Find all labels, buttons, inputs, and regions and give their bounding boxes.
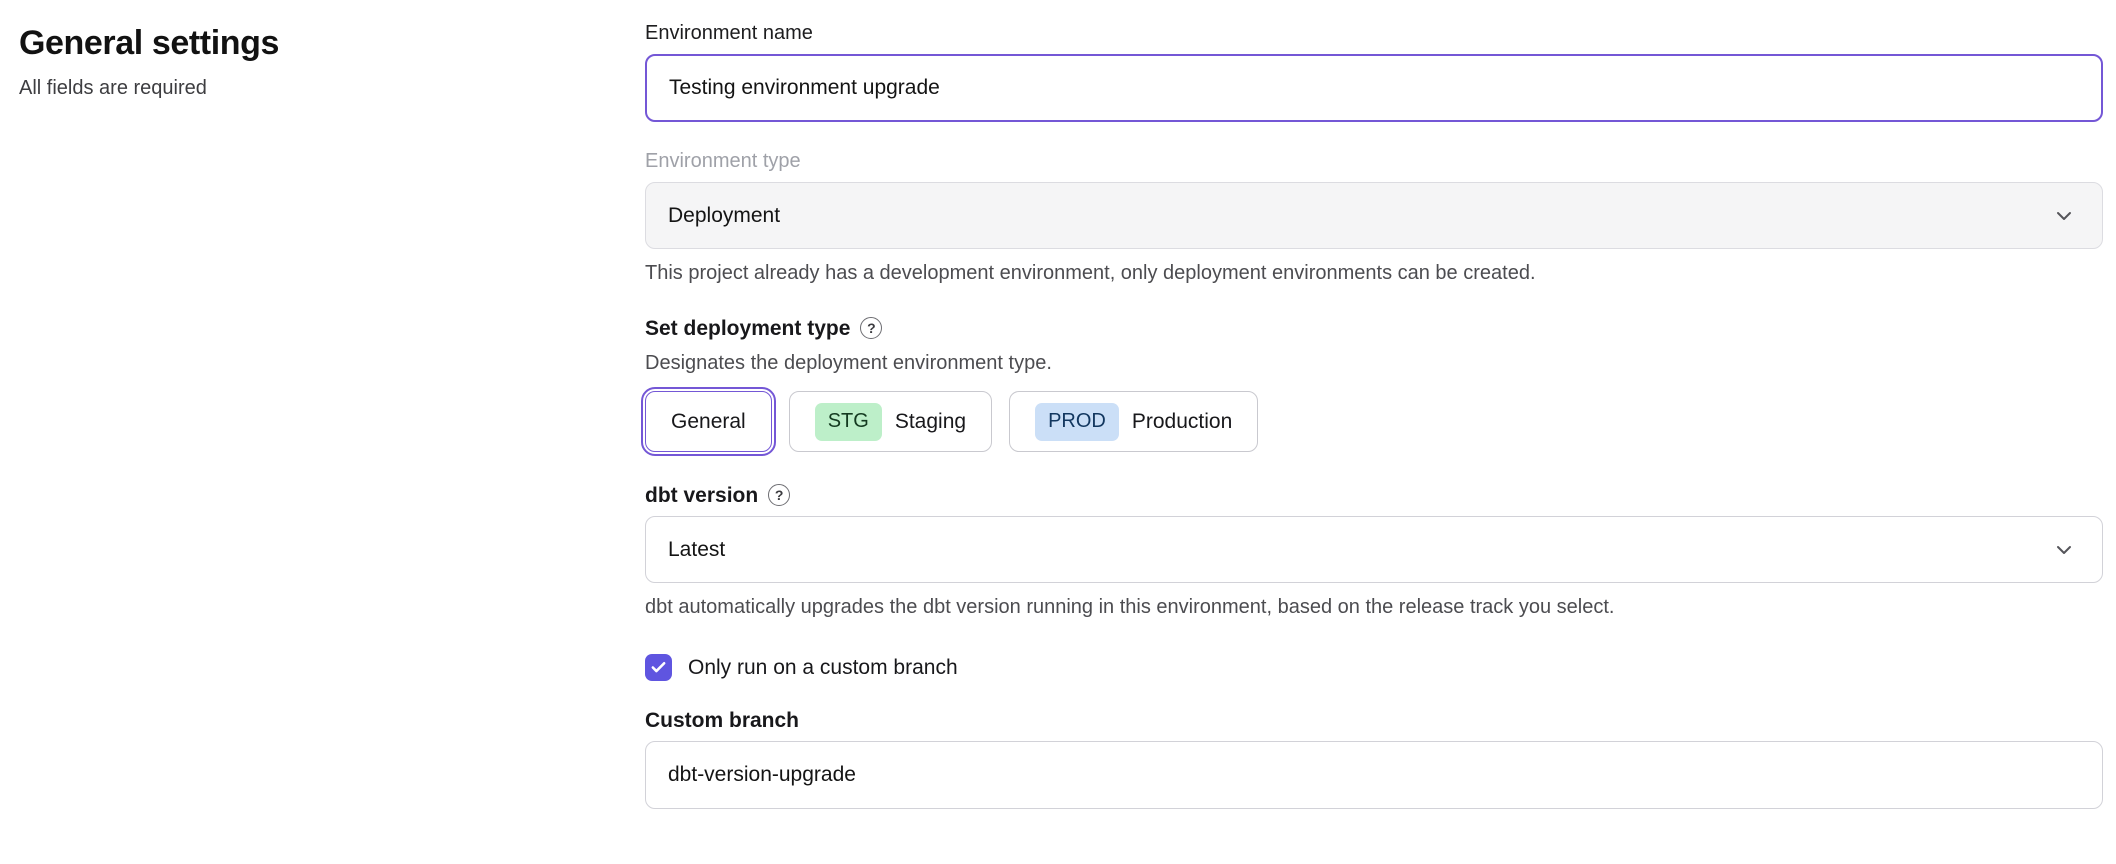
page-title: General settings	[19, 24, 645, 63]
dbt-version-select[interactable]: Latest	[645, 516, 2103, 583]
environment-settings-form: Environment name Environment type Deploy…	[645, 22, 2103, 809]
deployment-type-production-button[interactable]: PROD Production	[1009, 391, 1258, 452]
environment-name-label: Environment name	[645, 22, 2103, 45]
deployment-type-options: General STG Staging PROD Production	[645, 391, 2103, 452]
page-subtitle: All fields are required	[19, 77, 645, 100]
dbt-version-label: dbt version	[645, 484, 758, 508]
deployment-type-general-button[interactable]: General	[645, 391, 772, 452]
deployment-type-section: Set deployment type ?	[645, 317, 2103, 341]
deployment-type-label: Set deployment type	[645, 317, 850, 341]
general-button-label: General	[671, 410, 746, 434]
custom-branch-toggle-row: Only run on a custom branch	[645, 654, 2103, 681]
chevron-down-icon	[2052, 538, 2076, 562]
dbt-version-section: dbt version ?	[645, 484, 2103, 508]
custom-branch-checkbox-label: Only run on a custom branch	[688, 656, 958, 680]
environment-type-helper: This project already has a development e…	[645, 262, 2103, 285]
production-badge: PROD	[1035, 403, 1119, 441]
staging-badge: STG	[815, 403, 882, 441]
deployment-type-helper: Designates the deployment environment ty…	[645, 352, 2103, 375]
general-settings-page: General settings All fields are required…	[0, 0, 2116, 809]
custom-branch-input[interactable]	[645, 741, 2103, 809]
environment-name-input[interactable]	[645, 54, 2103, 122]
staging-button-label: Staging	[895, 410, 966, 434]
environment-type-select[interactable]: Deployment	[645, 182, 2103, 249]
dbt-version-value: Latest	[668, 538, 725, 562]
help-icon[interactable]: ?	[860, 317, 882, 339]
custom-branch-label: Custom branch	[645, 709, 2103, 733]
environment-type-value: Deployment	[668, 204, 780, 228]
settings-header: General settings All fields are required	[19, 22, 645, 100]
deployment-type-staging-button[interactable]: STG Staging	[789, 391, 992, 452]
environment-type-label: Environment type	[645, 150, 2103, 173]
dbt-version-helper: dbt automatically upgrades the dbt versi…	[645, 596, 2103, 619]
check-icon	[650, 659, 667, 676]
production-button-label: Production	[1132, 410, 1232, 434]
chevron-down-icon	[2052, 204, 2076, 228]
help-icon[interactable]: ?	[768, 484, 790, 506]
custom-branch-checkbox[interactable]	[645, 654, 672, 681]
